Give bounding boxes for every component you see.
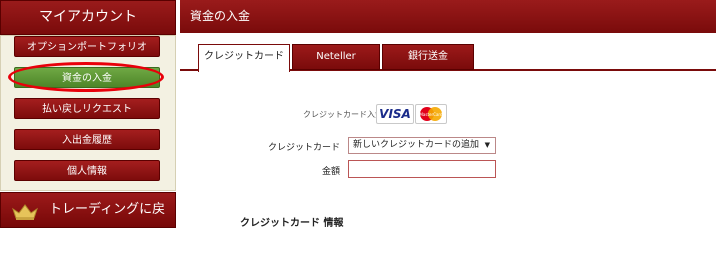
back-to-trading-label: トレーディングに戻る — [49, 202, 166, 251]
tab-label: 銀行送金 — [408, 51, 448, 62]
visa-logo: VISA — [376, 104, 414, 124]
card-payment-label: クレジットカード入金 — [303, 110, 383, 119]
page-title: 資金の入金 — [180, 0, 716, 33]
tab-label: クレジットカード — [204, 51, 284, 62]
credit-card-info-heading: クレジットカード 情報 — [240, 218, 344, 229]
credit-card-label: クレジットカード — [267, 143, 340, 153]
crown-icon — [11, 201, 39, 220]
sidebar-item-withdrawal-request[interactable]: 払い戻しリクエスト — [14, 98, 160, 119]
sidebar-item-label: 払い戻しリクエスト — [42, 104, 132, 115]
tab-neteller[interactable]: Neteller — [292, 44, 380, 70]
sidebar-item-transaction-history[interactable]: 入出金履歴 — [14, 129, 160, 150]
credit-card-select[interactable]: 新しいクレジットカードの追加 ▼ — [348, 137, 496, 154]
sidebar-item-options-portfolio[interactable]: オプションポートフォリオ — [14, 36, 160, 57]
sidebar-title: マイアカウント — [0, 0, 176, 35]
sidebar-item-label: オプションポートフォリオ — [27, 42, 147, 53]
tab-bank-transfer[interactable]: 銀行送金 — [382, 44, 474, 70]
mastercard-logo: MasterCard — [415, 104, 447, 124]
tab-credit-card[interactable]: クレジットカード — [198, 44, 290, 72]
amount-input[interactable] — [348, 160, 496, 178]
back-to-trading-button[interactable]: トレーディングに戻る — [0, 192, 176, 251]
sidebar-item-label: 個人情報 — [67, 166, 107, 177]
main-panel: 資金の入金 クレジットカード Neteller 銀行送金 クレジットカード入金 … — [180, 0, 716, 240]
sidebar-item-label: 資金の入金 — [62, 73, 112, 84]
sidebar-item-label: 入出金履歴 — [62, 135, 112, 146]
sidebar-item-deposit[interactable]: 資金の入金 — [14, 67, 160, 88]
sidebar: マイアカウント オプションポートフォリオ 資金の入金 払い戻しリクエスト 入出金… — [0, 0, 176, 251]
mastercard-logo-text: MasterCard — [419, 112, 442, 117]
sidebar-menu-panel: オプションポートフォリオ 資金の入金 払い戻しリクエスト 入出金履歴 個人情報 — [0, 35, 176, 191]
amount-label: 金額 — [321, 167, 340, 177]
tab-label: Neteller — [316, 51, 356, 62]
sidebar-item-personal-info[interactable]: 個人情報 — [14, 160, 160, 181]
credit-card-select-value: 新しいクレジットカードの追加 — [353, 140, 480, 150]
dropdown-arrow-icon: ▼ — [484, 141, 490, 149]
